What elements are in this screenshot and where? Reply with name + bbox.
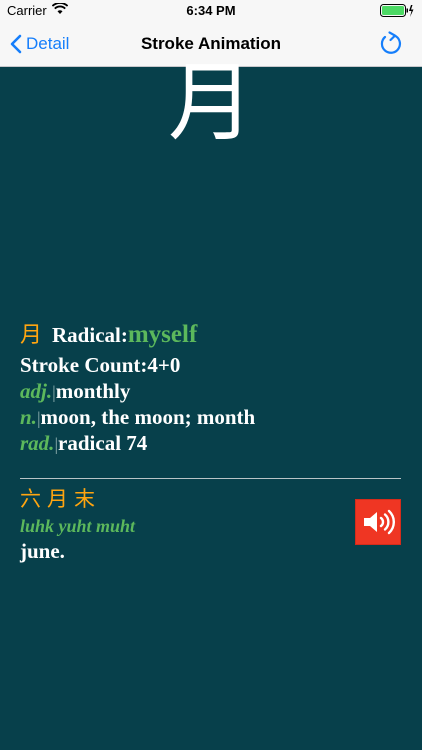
section-divider [20,478,401,479]
battery-icon [380,4,414,18]
status-time: 6:34 PM [186,3,236,18]
app-screen: Carrier 6:34 PM Detail Stroke Animation … [0,0,422,750]
example-romanization: luhk yuht muht [20,516,136,536]
definition-text: monthly [55,379,131,403]
radical-label: Radical: [52,323,128,347]
refresh-button[interactable] [378,31,404,57]
definition-row: adj.|monthly [20,378,410,404]
stroke-count: Stroke Count:4+0 [20,353,181,377]
radical-value: myself [127,321,198,348]
definition-row: rad.|radical 74 [20,430,410,456]
example-characters: 六月末 [20,487,101,511]
character-info: 月 Radical:myself Stroke Count:4+0 adj.|mo… [20,318,410,456]
play-audio-button[interactable] [355,499,401,545]
page-title: Stroke Animation [140,34,282,53]
radical-line: 月 Radical:myself [20,318,410,352]
radical-char: 月 [20,323,43,348]
example-meaning: june. [20,539,65,563]
part-of-speech: rad. [20,431,55,455]
speaker-icon [364,509,395,535]
refresh-icon [380,31,402,54]
definition-row: n.|moon, the moon; month [20,404,410,430]
part-of-speech: adj. [20,379,53,403]
definition-text: moon, the moon; month [40,405,256,429]
example-entry: 六月末 luhk yuht muht june. [20,484,350,564]
stroke-animation-character: 月 [168,53,254,153]
part-of-speech: n. [20,405,37,429]
definition-text: radical 74 [58,431,148,455]
status-bar: Carrier 6:34 PM [0,0,422,22]
